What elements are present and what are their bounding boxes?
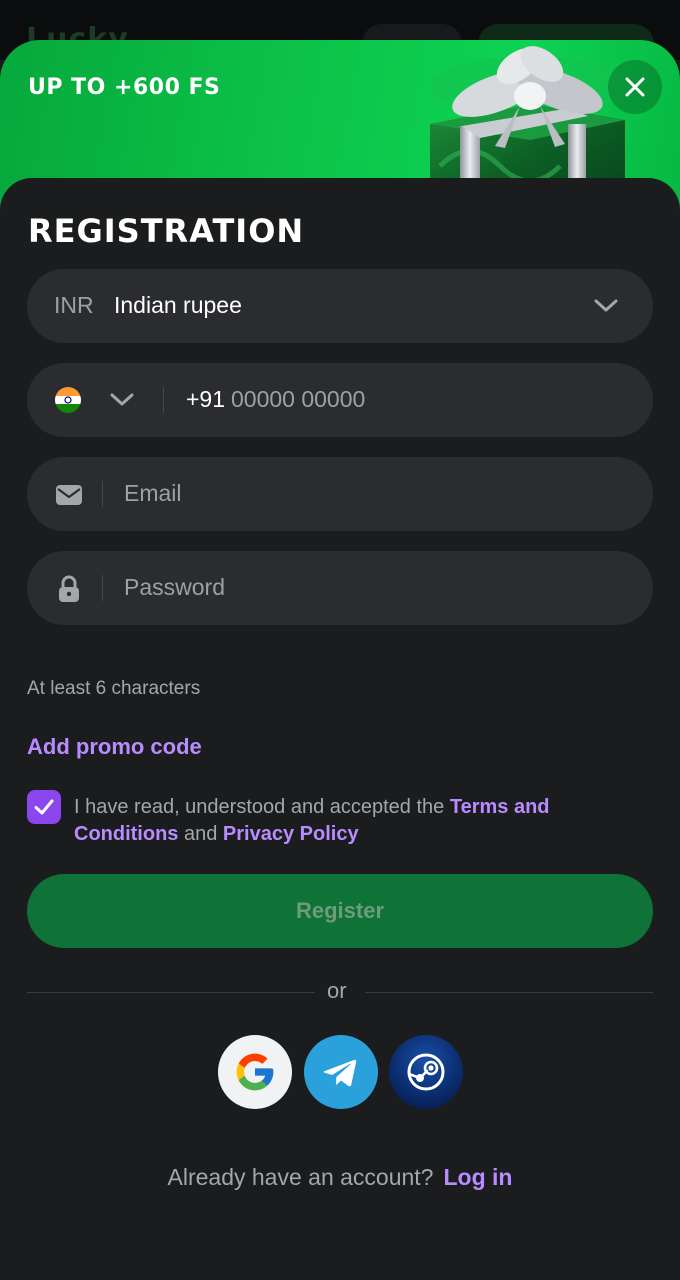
password-field[interactable]: Password	[27, 551, 653, 625]
or-separator: or	[327, 978, 347, 1003]
add-promo-code-link[interactable]: Add promo code	[27, 734, 202, 760]
check-icon	[34, 799, 54, 815]
login-link[interactable]: Log in	[443, 1164, 512, 1190]
password-hint: At least 6 characters	[27, 678, 201, 699]
lock-icon	[59, 575, 79, 602]
terms-checkbox[interactable]	[27, 790, 61, 824]
steam-login-button[interactable]	[389, 1035, 463, 1109]
terms-prefix: I have read, understood and accepted the	[74, 796, 450, 818]
terms-middle: and	[178, 823, 223, 845]
chevron-down-icon	[594, 299, 618, 312]
terms-text: I have read, understood and accepted the…	[74, 794, 634, 848]
phone-input[interactable]: 00000 00000	[231, 386, 365, 413]
divider	[163, 387, 164, 413]
divider	[102, 481, 103, 507]
country-chevron-down-icon[interactable]	[109, 390, 135, 410]
close-icon	[625, 77, 645, 97]
currency-name: Indian rupee	[114, 292, 242, 318]
phone-field: +91 00000 00000	[27, 363, 653, 437]
divider-left	[27, 992, 315, 993]
currency-select[interactable]: INR Indian rupee	[27, 269, 653, 343]
telegram-icon	[323, 1059, 357, 1087]
banner-title: UP TO +600 FS	[28, 75, 221, 100]
register-button[interactable]: Register	[27, 874, 653, 948]
currency-code: INR	[54, 292, 94, 318]
login-prompt: Already have an account? Log in	[0, 1164, 680, 1191]
google-icon	[236, 1053, 274, 1091]
divider-right	[365, 992, 653, 993]
login-question: Already have an account?	[167, 1164, 434, 1190]
mail-icon	[56, 485, 82, 505]
password-input[interactable]: Password	[124, 574, 225, 601]
registration-modal: UP TO +600 FS REGISTRATION INR Indian ru…	[0, 40, 680, 1280]
email-field[interactable]: Email	[27, 457, 653, 531]
registration-form: REGISTRATION INR Indian rupee +91 00000 …	[0, 178, 680, 1280]
steam-icon	[407, 1053, 445, 1091]
telegram-login-button[interactable]	[304, 1035, 378, 1109]
privacy-policy-link[interactable]: Privacy Policy	[223, 823, 359, 845]
page-title: REGISTRATION	[28, 212, 305, 250]
email-input[interactable]: Email	[124, 480, 182, 507]
divider	[102, 575, 103, 601]
phone-country-code: +91	[186, 386, 226, 412]
google-login-button[interactable]	[218, 1035, 292, 1109]
close-button[interactable]	[608, 60, 662, 114]
india-flag-icon[interactable]	[55, 387, 81, 413]
